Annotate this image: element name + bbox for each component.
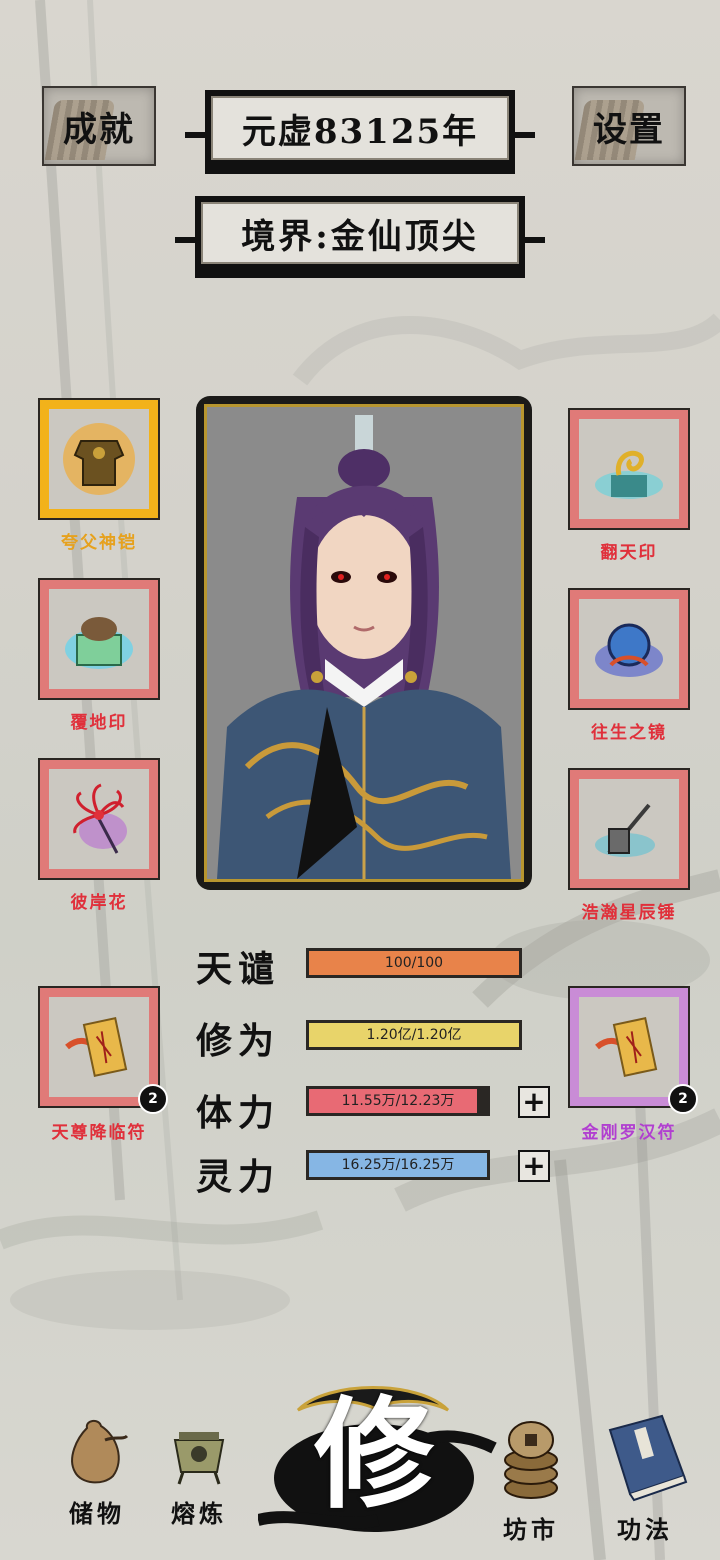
stat-label-lingli: 灵力 (196, 1156, 281, 1198)
add-stamina-button[interactable]: + (518, 1086, 550, 1118)
year-plaque: 元虚83125年 (185, 90, 535, 174)
equip-label-right-2: 往生之镜 (591, 723, 667, 743)
coins-icon (504, 1421, 558, 1499)
equip-slot-left-3[interactable] (40, 760, 158, 878)
nav-cultivate[interactable]: 修 (256, 1370, 498, 1550)
equip-label-right-1: 翻天印 (600, 543, 658, 563)
year-text: 元虚83125年 (211, 96, 509, 160)
armor-icon (63, 423, 135, 495)
turtle-seal-icon (65, 617, 133, 669)
hammer-icon (595, 803, 655, 857)
equip-label-right-4: 金刚罗汉符 (581, 1123, 677, 1143)
realm-text: 境界:金仙顶尖 (201, 202, 519, 264)
item-count-badge: 2 (668, 1084, 698, 1114)
mirror-icon (595, 623, 663, 677)
talisman-icon (595, 1017, 658, 1077)
nav-storage-label: 储物 (69, 1499, 125, 1528)
equip-label-left-1: 夸父神铠 (61, 533, 137, 553)
stat-label-tili: 体力 (196, 1092, 281, 1134)
stat-value-tili: 11.55万/12.23万 (341, 1093, 455, 1109)
stat-label-xiuwei: 修为 (196, 1020, 281, 1062)
cultivator-avatar-icon (207, 407, 521, 879)
achievements-button[interactable]: 成就 (42, 86, 156, 166)
stat-value-tianqian: 100/100 (384, 955, 444, 971)
equip-slot-right-3[interactable] (570, 770, 688, 888)
achievements-label: 成就 (63, 109, 135, 150)
add-spirit-button[interactable]: + (518, 1150, 550, 1182)
equip-slot-right-2[interactable] (570, 590, 688, 708)
nav-market[interactable]: 坊市 (476, 1410, 586, 1545)
equip-slot-right-4[interactable]: 2 (570, 988, 698, 1114)
equip-label-left-3: 彼岸花 (70, 893, 128, 913)
nav-smelting-label: 熔炼 (171, 1499, 227, 1528)
equip-slot-left-2[interactable] (40, 580, 158, 698)
equip-slot-right-1[interactable] (570, 410, 688, 528)
settings-button[interactable]: 设置 (572, 86, 686, 166)
stat-label-tianqian: 天谴 (196, 948, 281, 990)
equip-label-right-3: 浩瀚星辰锤 (581, 903, 677, 923)
dragon-seal-icon (595, 450, 663, 499)
cauldron-icon (173, 1432, 225, 1485)
realm-plaque: 境界:金仙顶尖 (175, 196, 545, 278)
character-portrait[interactable] (196, 396, 532, 890)
pouch-icon (71, 1420, 129, 1484)
item-count-badge: 2 (138, 1084, 168, 1114)
equip-slot-left-4[interactable]: 2 (40, 988, 168, 1114)
cultivate-label: 修 (314, 1384, 434, 1525)
book-icon (608, 1414, 688, 1502)
talisman-icon (65, 1017, 128, 1077)
settings-label: 设置 (593, 109, 665, 150)
equip-label-left-4: 天尊降临符 (51, 1123, 147, 1143)
equip-slot-left-1[interactable] (40, 400, 158, 518)
nav-smelting[interactable]: 熔炼 (144, 1410, 254, 1529)
equip-label-left-2: 覆地印 (70, 713, 128, 733)
nav-techniques-label: 功法 (617, 1515, 673, 1544)
nav-techniques[interactable]: 功法 (590, 1410, 700, 1545)
stat-value-xiuwei: 1.20亿/1.20亿 (366, 1027, 462, 1043)
red-spider-lily-icon (73, 783, 127, 854)
nav-market-label: 坊市 (503, 1515, 559, 1544)
stat-value-lingli: 16.25万/16.25万 (341, 1157, 455, 1173)
nav-storage[interactable]: 储物 (42, 1410, 152, 1529)
